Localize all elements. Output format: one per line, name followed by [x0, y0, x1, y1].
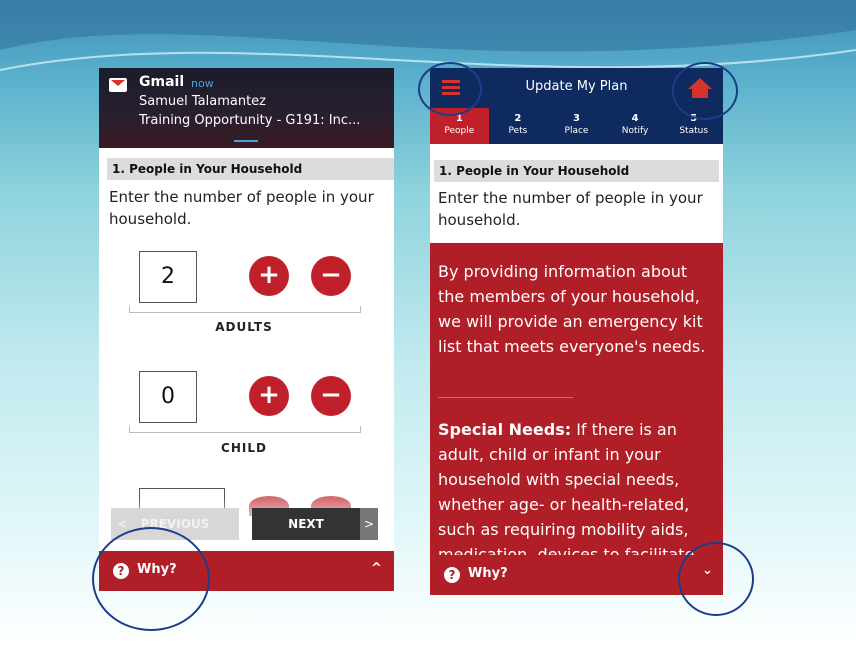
adults-minus-button[interactable]: −: [311, 256, 351, 296]
child-label: CHILD: [221, 441, 267, 455]
section-intro: Enter the number of people in your house…: [438, 189, 703, 229]
step-tabs: 1 People 2 Pets 3 Place 4 Notify 5 Status: [430, 108, 723, 144]
tab-notify[interactable]: 4 Notify: [606, 108, 665, 144]
child-count-input[interactable]: 0: [139, 371, 197, 423]
annotation-circle-home: [672, 62, 738, 120]
notification-subject: Training Opportunity - G191: Inc...: [139, 113, 361, 128]
tab-number: 3: [573, 113, 580, 124]
tab-label: Pets: [508, 126, 528, 136]
why-label: Why?: [468, 566, 508, 581]
info-paragraph: By providing information about the membe…: [438, 262, 706, 356]
left-phone-screen: Gmail now Samuel Talamantez Training Opp…: [99, 68, 394, 591]
gmail-icon: [109, 78, 127, 92]
tab-pets[interactable]: 2 Pets: [489, 108, 548, 144]
tab-label: Status: [679, 126, 709, 136]
annotation-circle-why: [92, 527, 210, 631]
notification-sender: Samuel Talamantez: [139, 94, 266, 109]
special-needs-paragraph: Special Needs: If there is an adult, chi…: [438, 417, 718, 567]
special-needs-label: Special Needs:: [438, 420, 572, 439]
adults-count-input[interactable]: 2: [139, 251, 197, 303]
next-button[interactable]: NEXT: [252, 508, 360, 540]
section-intro: Enter the number of people in your house…: [109, 188, 374, 228]
why-info-panel: By providing information about the membe…: [430, 243, 723, 595]
annotation-circle-chevron: [678, 542, 754, 616]
notification-app-name: Gmail: [139, 74, 185, 90]
child-bracket: [129, 426, 361, 433]
tab-label: Notify: [621, 126, 649, 136]
notification-time: now: [191, 77, 214, 90]
adults-bracket: [129, 306, 361, 313]
gmail-notification[interactable]: Gmail now Samuel Talamantez Training Opp…: [99, 68, 394, 148]
next-arrow-icon[interactable]: >: [360, 508, 378, 540]
child-plus-button[interactable]: +: [249, 376, 289, 416]
section-title: 1. People in Your Household: [107, 158, 394, 180]
notification-drag-handle[interactable]: [234, 140, 258, 142]
question-icon: ?: [444, 567, 460, 583]
tab-label: People: [444, 126, 475, 136]
annotation-circle-menu: [418, 62, 482, 116]
special-needs-text: If there is an adult, child or infant in…: [438, 420, 694, 564]
tab-number: 2: [514, 113, 522, 124]
adults-label: ADULTS: [215, 320, 273, 334]
chevron-up-icon[interactable]: ^: [371, 561, 382, 576]
tab-number: 4: [631, 113, 639, 124]
right-phone-screen: Update My Plan 1 People 2 Pets 3 Place 4 Not…: [430, 68, 723, 595]
adults-plus-button[interactable]: +: [249, 256, 289, 296]
section-title: 1. People in Your Household: [434, 160, 719, 182]
divider: [438, 397, 573, 398]
tab-place[interactable]: 3 Place: [547, 108, 606, 144]
tab-label: Place: [564, 126, 589, 136]
child-minus-button[interactable]: −: [311, 376, 351, 416]
